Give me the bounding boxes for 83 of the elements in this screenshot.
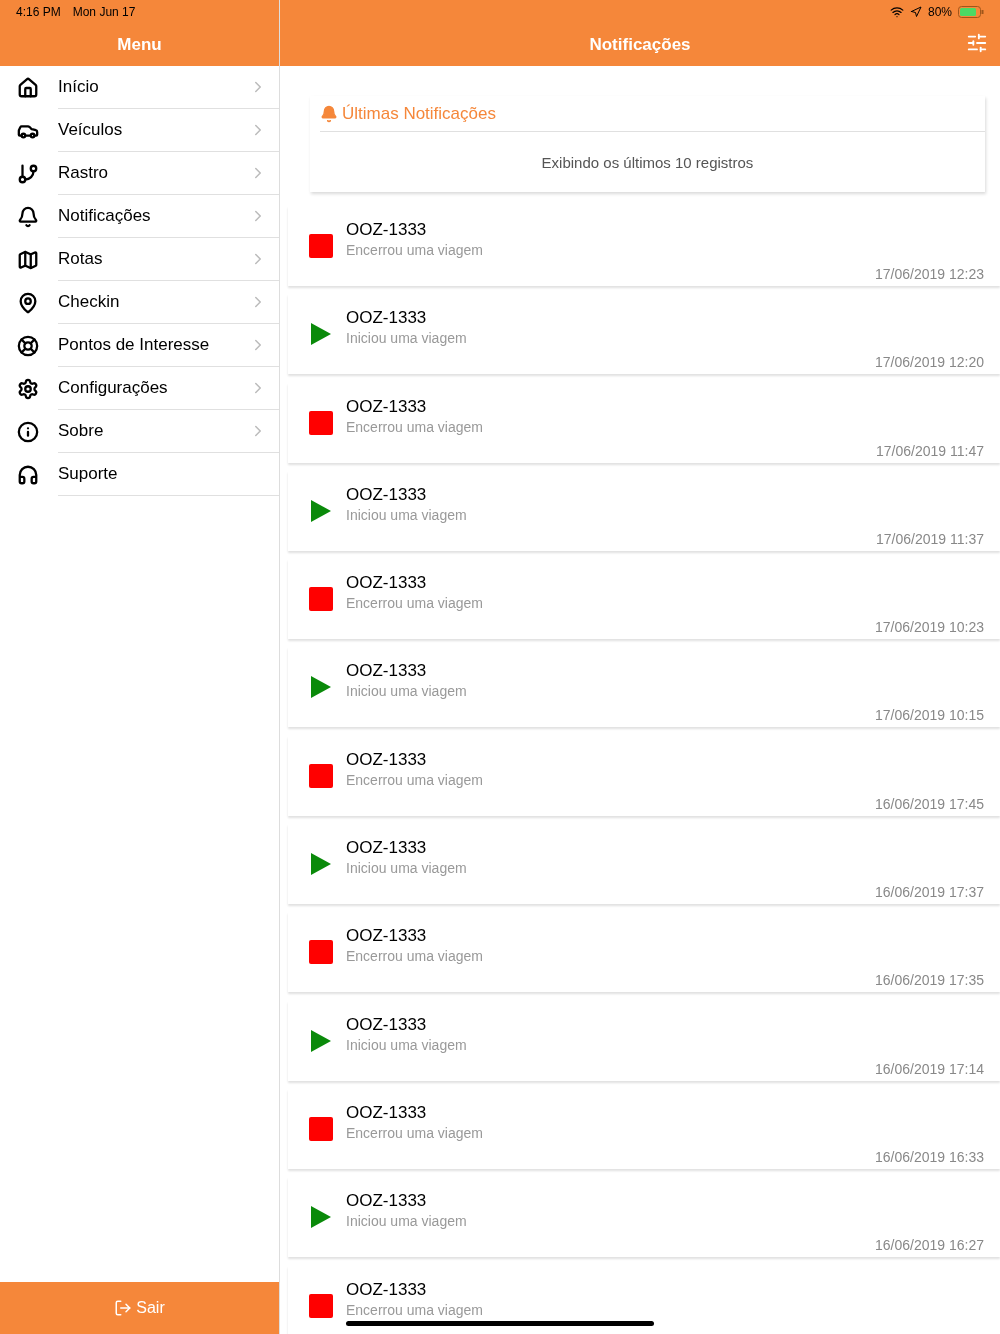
vehicle-plate: OOZ-1333 xyxy=(346,749,428,770)
menu-item[interactable]: Veículos xyxy=(0,109,279,152)
notification-row[interactable]: OOZ-1333 Iniciou uma viagem 17/06/2019 11:37 xyxy=(288,470,1000,551)
notification-time: 17/06/2019 12:20 xyxy=(875,354,984,371)
card-subtitle: Exibindo os últimos 10 registros xyxy=(541,153,754,171)
notification-time: 17/06/2019 12:23 xyxy=(875,266,984,282)
notification-time: 16/06/2019 16:33 xyxy=(875,1148,984,1165)
notification-message: Encerrou uma viagem xyxy=(346,771,483,788)
notification-message: Encerrou uma viagem xyxy=(346,1301,483,1318)
notification-row[interactable]: OOZ-1333 Iniciou uma viagem 16/06/2019 16:27 xyxy=(288,1177,1000,1258)
notification-row[interactable]: OOZ-1333 Encerrou uma viagem 17/06/2019 10:23 xyxy=(288,559,1000,640)
notification-message: Iniciou uma viagem xyxy=(346,1036,467,1053)
notification-time: 16/06/2019 16:27 xyxy=(875,1237,984,1254)
vehicle-plate: OOZ-1333 xyxy=(346,1102,428,1123)
menu-title: Menu xyxy=(117,35,162,55)
settings-icon xyxy=(17,377,39,400)
notification-row[interactable]: OOZ-1333 Encerrou uma viagem 16/06/2019 16:33 xyxy=(288,1088,1000,1169)
vehicle-plate: OOZ-1333 xyxy=(346,308,428,329)
notification-message: Iniciou uma viagem xyxy=(346,860,467,877)
vehicle-plate: OOZ-1333 xyxy=(346,220,428,240)
vehicle-plate: OOZ-1333 xyxy=(346,926,428,947)
notification-time: 17/06/2019 10:15 xyxy=(875,707,984,724)
notification-time: 17/06/2019 10:23 xyxy=(875,619,984,636)
notification-message: Iniciou uma viagem xyxy=(346,1213,467,1230)
info-icon xyxy=(17,420,39,443)
notification-time: 17/06/2019 11:37 xyxy=(876,530,984,547)
headphones-icon xyxy=(17,463,39,486)
notification-row[interactable]: OOZ-1333 Encerrou uma viagem 17/06/2019 12:23 xyxy=(288,206,1000,286)
menu-item[interactable]: Rotas xyxy=(0,238,279,281)
notification-time: 17/06/2019 11:47 xyxy=(876,442,984,459)
battery-level: 80% xyxy=(927,5,952,19)
vehicle-plate: OOZ-1333 xyxy=(346,484,428,505)
vehicle-plate: OOZ-1333 xyxy=(346,1279,428,1300)
notification-time: 16/06/2019 17:37 xyxy=(875,884,984,901)
vehicle-plate: OOZ-1333 xyxy=(346,838,428,859)
lifebuoy-icon xyxy=(17,334,39,357)
menu-item[interactable]: Notificações xyxy=(0,195,279,238)
menu-item[interactable]: Rastro xyxy=(0,152,279,195)
notification-message: Encerrou uma viagem xyxy=(346,1124,483,1141)
notification-message: Encerrou uma viagem xyxy=(346,242,483,258)
notification-message: Iniciou uma viagem xyxy=(346,683,467,700)
notification-message: Iniciou uma viagem xyxy=(346,506,467,523)
notification-row[interactable]: OOZ-1333 Iniciou uma viagem 17/06/2019 12:20 xyxy=(288,294,1000,375)
battery-icon xyxy=(958,6,984,18)
menu-item[interactable]: Checkin xyxy=(0,281,279,324)
notification-row[interactable]: OOZ-1333 Iniciou uma viagem 16/06/2019 17:14 xyxy=(288,1000,1000,1081)
notification-row[interactable]: OOZ-1333 Encerrou uma viagem xyxy=(288,1265,1000,1334)
map-icon xyxy=(17,248,39,271)
wifi-icon xyxy=(889,5,904,19)
menu-item[interactable]: Pontos de Interesse xyxy=(0,324,279,367)
branch-icon xyxy=(17,162,39,185)
notification-time: 16/06/2019 17:14 xyxy=(875,1060,984,1077)
notification-message: Encerrou uma viagem xyxy=(346,595,483,612)
notification-row[interactable]: OOZ-1333 Encerrou uma viagem 16/06/2019 17:45 xyxy=(288,735,1000,816)
vehicle-plate: OOZ-1333 xyxy=(346,396,428,417)
menu-item[interactable]: Sobre xyxy=(0,410,279,453)
pin-icon xyxy=(17,291,39,314)
notification-row[interactable]: OOZ-1333 Iniciou uma viagem 16/06/2019 17:37 xyxy=(288,824,1000,905)
bell-icon xyxy=(320,104,338,123)
status-time: 4:16 PM xyxy=(16,5,61,19)
vehicle-plate: OOZ-1333 xyxy=(346,1014,428,1035)
status-date: Mon Jun 17 xyxy=(72,5,136,19)
location-icon xyxy=(909,6,922,18)
vehicle-plate: OOZ-1333 xyxy=(346,661,428,682)
notification-row[interactable]: OOZ-1333 Encerrou uma viagem 17/06/2019 11:47 xyxy=(288,382,1000,463)
page-title: Notificações xyxy=(589,35,691,55)
filter-icon[interactable] xyxy=(966,32,988,54)
vehicle-plate: OOZ-1333 xyxy=(346,1191,428,1212)
notification-message: Iniciou uma viagem xyxy=(346,330,467,347)
menu-item[interactable]: Início xyxy=(0,66,279,109)
card-title: Últimas Notificações xyxy=(342,103,496,124)
logout-icon xyxy=(114,1299,133,1317)
menu-item[interactable]: Suporte xyxy=(0,453,279,496)
notification-message: Encerrou uma viagem xyxy=(346,948,483,965)
home-icon xyxy=(17,76,39,99)
notification-message: Encerrou uma viagem xyxy=(346,418,483,435)
notification-row[interactable]: OOZ-1333 Encerrou uma viagem 16/06/2019 17:35 xyxy=(288,912,1000,993)
notification-time: 16/06/2019 17:45 xyxy=(875,795,984,812)
bell-icon xyxy=(17,205,39,228)
menu-item[interactable]: Configurações xyxy=(0,367,279,410)
vehicle-plate: OOZ-1333 xyxy=(346,573,428,594)
notification-row[interactable]: OOZ-1333 Iniciou uma viagem 17/06/2019 10:15 xyxy=(288,647,1000,728)
notification-time: 16/06/2019 17:35 xyxy=(875,972,984,989)
